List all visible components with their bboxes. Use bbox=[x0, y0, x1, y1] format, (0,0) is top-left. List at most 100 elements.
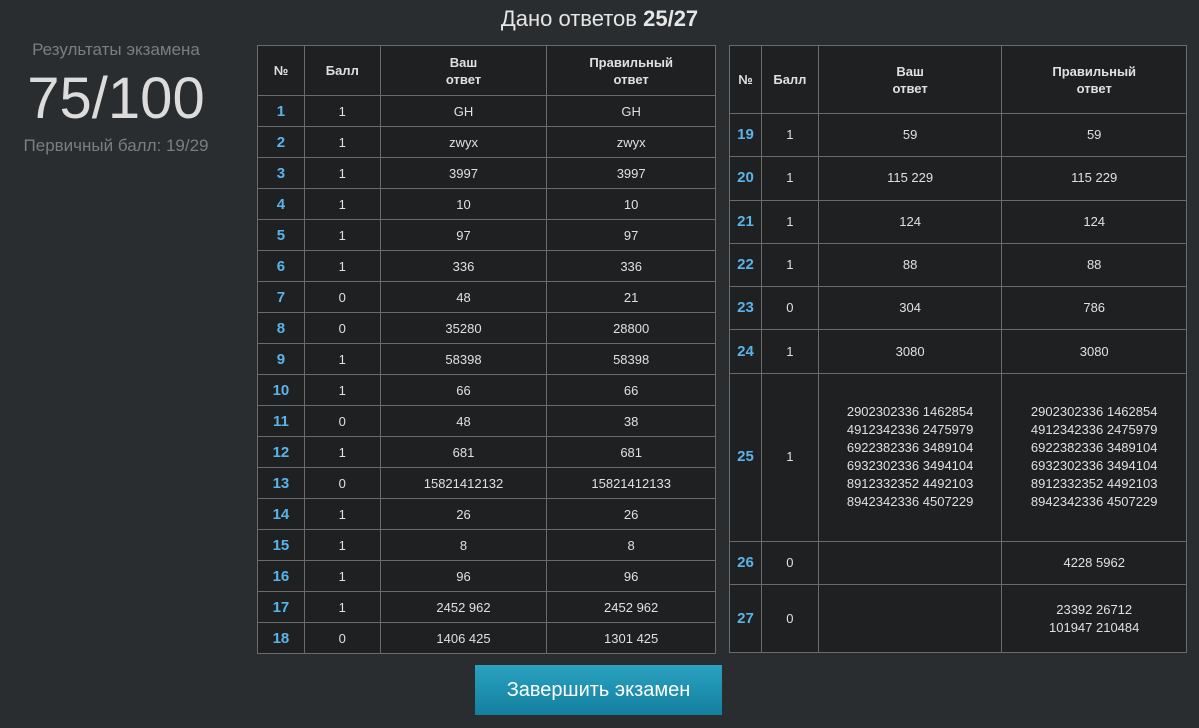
question-number: 23 bbox=[729, 286, 762, 331]
table-row: 12 1 681 681 bbox=[257, 436, 716, 468]
correct-answer: 115 229 bbox=[1001, 156, 1187, 201]
table-row: 24 1 3080 3080 bbox=[729, 329, 1187, 374]
your-answer: 304 bbox=[817, 286, 1003, 331]
question-number: 18 bbox=[257, 622, 305, 654]
table-row: 26 0 4228 5962 bbox=[729, 540, 1187, 586]
results-table-right: № Балл Ваш ответ Правильный ответ 19 1 59 59 2… bbox=[729, 45, 1187, 654]
your-answer: 124 bbox=[817, 199, 1003, 244]
question-score: 1 bbox=[303, 591, 381, 623]
question-number: 9 bbox=[257, 343, 305, 375]
question-score: 1 bbox=[303, 560, 381, 592]
correct-answer: 4228 5962 bbox=[1001, 540, 1187, 586]
primary-score: Первичный балл: 19/29 bbox=[23, 136, 209, 155]
correct-answer: 96 bbox=[546, 560, 716, 592]
question-score: 1 bbox=[760, 242, 819, 288]
question-score: 0 bbox=[760, 584, 819, 654]
correct-answer: 58398 bbox=[546, 343, 716, 375]
answers-given-title: Дано ответов 25/27 bbox=[0, 6, 1199, 32]
table-row: 17 1 2452 962 2452 962 bbox=[257, 591, 716, 623]
question-score: 1 bbox=[303, 157, 381, 189]
table-row: 2 1 zwyx zwyx bbox=[257, 126, 716, 158]
col-correct-answer: Правильный ответ bbox=[546, 45, 716, 96]
table-row: 7 0 48 21 bbox=[257, 281, 716, 313]
your-answer bbox=[817, 540, 1003, 586]
table-row: 11 0 48 38 bbox=[257, 405, 716, 437]
question-score: 0 bbox=[303, 312, 381, 344]
your-answer: zwyx bbox=[379, 126, 548, 158]
question-score: 0 bbox=[303, 281, 381, 313]
question-score: 1 bbox=[760, 156, 819, 201]
col-number: № bbox=[729, 45, 762, 114]
correct-answer: 2902302336 1462854 4912342336 2475979 69… bbox=[1001, 372, 1187, 542]
question-number: 7 bbox=[257, 281, 305, 313]
table-row: 8 0 35280 28800 bbox=[257, 312, 716, 344]
table-row: 15 1 8 8 bbox=[257, 529, 716, 561]
title-text: Дано ответов bbox=[500, 6, 637, 31]
question-number: 15 bbox=[257, 529, 305, 561]
question-score: 1 bbox=[760, 112, 819, 158]
table-row: 25 1 2902302336 1462854 4912342336 2475979… bbox=[729, 372, 1187, 542]
question-score: 1 bbox=[303, 529, 381, 561]
question-score: 0 bbox=[303, 405, 381, 437]
your-answer: 115 229 bbox=[817, 156, 1003, 201]
correct-answer: 10 bbox=[546, 188, 716, 220]
correct-answer: 88 bbox=[1001, 242, 1187, 288]
question-score: 1 bbox=[303, 219, 381, 251]
table-row: 6 1 336 336 bbox=[257, 250, 716, 282]
your-answer bbox=[817, 584, 1003, 654]
col-number: № bbox=[257, 45, 305, 96]
correct-answer: 97 bbox=[546, 219, 716, 251]
your-answer: 66 bbox=[379, 374, 548, 406]
correct-answer: 1301 425 bbox=[546, 622, 716, 654]
question-number: 25 bbox=[729, 372, 762, 542]
question-number: 22 bbox=[729, 242, 762, 288]
correct-answer: 28800 bbox=[546, 312, 716, 344]
table-row: 18 0 1406 425 1301 425 bbox=[257, 622, 716, 654]
results-panel: Результаты экзамена 75/100 Первичный бал… bbox=[0, 40, 232, 156]
your-answer: 97 bbox=[379, 219, 548, 251]
table-row: 3 1 3997 3997 bbox=[257, 157, 716, 189]
your-answer: 15821412132 bbox=[379, 467, 548, 499]
question-number: 4 bbox=[257, 188, 305, 220]
question-number: 24 bbox=[729, 329, 762, 374]
finish-exam-button[interactable]: Завершить экзамен bbox=[475, 665, 722, 715]
question-number: 12 bbox=[257, 436, 305, 468]
your-answer: 58398 bbox=[379, 343, 548, 375]
table-row: 5 1 97 97 bbox=[257, 219, 716, 251]
correct-answer: 21 bbox=[546, 281, 716, 313]
question-number: 20 bbox=[729, 156, 762, 201]
question-number: 14 bbox=[257, 498, 305, 530]
table-row: 22 1 88 88 bbox=[729, 242, 1187, 288]
question-number: 2 bbox=[257, 126, 305, 158]
your-answer: 8 bbox=[379, 529, 548, 561]
correct-answer: 336 bbox=[546, 250, 716, 282]
your-answer: GH bbox=[379, 95, 548, 127]
question-number: 3 bbox=[257, 157, 305, 189]
question-score: 1 bbox=[303, 188, 381, 220]
total-score: 75/100 bbox=[27, 66, 205, 131]
question-number: 11 bbox=[257, 405, 305, 437]
question-score: 1 bbox=[303, 343, 381, 375]
col-score: Балл bbox=[760, 45, 819, 114]
question-score: 1 bbox=[303, 126, 381, 158]
your-answer: 59 bbox=[817, 112, 1003, 158]
question-number: 27 bbox=[729, 584, 762, 654]
table-row: 9 1 58398 58398 bbox=[257, 343, 716, 375]
question-number: 16 bbox=[257, 560, 305, 592]
question-number: 19 bbox=[729, 112, 762, 158]
table-row: 10 1 66 66 bbox=[257, 374, 716, 406]
your-answer: 2452 962 bbox=[379, 591, 548, 623]
table-row: 19 1 59 59 bbox=[729, 112, 1187, 158]
question-score: 1 bbox=[760, 372, 819, 542]
your-answer: 48 bbox=[379, 405, 548, 437]
table-row: 1 1 GH GH bbox=[257, 95, 716, 127]
your-answer: 35280 bbox=[379, 312, 548, 344]
answers-count: 25/27 bbox=[643, 6, 699, 31]
table-row: 16 1 96 96 bbox=[257, 560, 716, 592]
question-score: 1 bbox=[760, 329, 819, 374]
correct-answer: 15821412133 bbox=[546, 467, 716, 499]
your-answer: 1406 425 bbox=[379, 622, 548, 654]
question-score: 0 bbox=[303, 622, 381, 654]
your-answer: 336 bbox=[379, 250, 548, 282]
table-row: 13 0 15821412132 15821412133 bbox=[257, 467, 716, 499]
